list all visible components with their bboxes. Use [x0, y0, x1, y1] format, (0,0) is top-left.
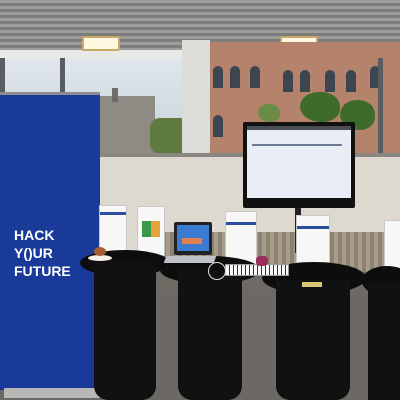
window-mullion	[378, 58, 383, 156]
scene: HACK Y()UR FUTURE	[0, 0, 400, 400]
building-window	[213, 66, 223, 88]
distant-building	[95, 96, 155, 154]
cocktail-table	[94, 262, 156, 400]
monitor-taskbar	[247, 126, 351, 130]
laptop-keyboard-base	[163, 256, 217, 263]
cocktail-table	[178, 270, 242, 400]
logo-line: HACK	[14, 227, 55, 243]
plant	[258, 104, 280, 122]
logo-line: Y()UR	[14, 245, 53, 261]
gadget	[256, 256, 268, 266]
banner-logo: HACK Y()UR FUTURE	[14, 226, 71, 280]
snack	[94, 247, 106, 256]
building-window	[300, 70, 310, 92]
building-window	[230, 66, 240, 88]
monitor-text-line	[252, 144, 342, 146]
cocktail-table	[276, 280, 350, 400]
banner-base	[4, 388, 100, 398]
building-window	[325, 70, 335, 92]
church-spire	[112, 88, 118, 102]
midi-keyboard	[225, 264, 289, 276]
monitor-screen	[247, 126, 351, 198]
info-sign	[137, 206, 165, 256]
plant	[300, 92, 340, 122]
cocktail-table	[368, 282, 400, 400]
building-window	[283, 70, 293, 92]
building-window	[213, 115, 223, 137]
gadget	[302, 282, 322, 287]
building-window	[250, 66, 260, 88]
laptop-display-graphic	[182, 238, 202, 244]
pillar	[182, 40, 210, 158]
cable	[208, 262, 226, 280]
building-window	[346, 70, 356, 92]
ceiling-lamp	[82, 36, 120, 51]
logo-line: FUTURE	[14, 263, 71, 279]
